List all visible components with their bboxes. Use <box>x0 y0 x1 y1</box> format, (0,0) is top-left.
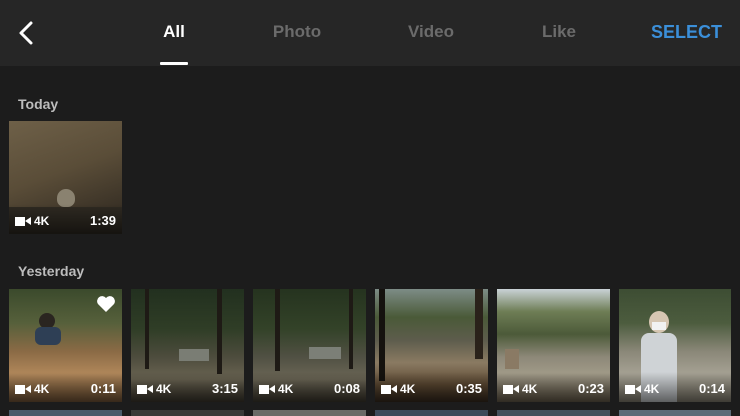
tab-video[interactable]: Video <box>408 22 454 42</box>
resolution-label: 4K <box>156 382 172 396</box>
section-label-today: Today <box>18 96 59 112</box>
resolution-badge: 4K <box>137 382 171 396</box>
resolution-label: 4K <box>34 382 50 396</box>
resolution-label: 4K <box>278 382 294 396</box>
resolution-badge: 4K <box>15 382 49 396</box>
video-camera-icon <box>625 384 642 394</box>
duration-label: 0:23 <box>577 381 604 396</box>
resolution-label: 4K <box>522 382 538 396</box>
media-thumbnail[interactable]: 4K 3:15 <box>131 289 244 402</box>
duration-label: 0:11 <box>90 381 116 396</box>
video-camera-icon <box>259 384 276 394</box>
chevron-left-icon <box>19 21 33 45</box>
media-thumbnail-partial[interactable] <box>375 410 488 416</box>
media-thumbnail[interactable]: 4K 0:08 <box>253 289 366 402</box>
resolution-badge: 4K <box>259 382 293 396</box>
media-thumbnail[interactable]: 4K 1:39 <box>9 121 122 234</box>
tab-photo[interactable]: Photo <box>273 22 321 42</box>
video-camera-icon <box>15 384 32 394</box>
resolution-label: 4K <box>400 382 416 396</box>
media-thumbnail[interactable]: 4K 0:11 <box>9 289 122 402</box>
heart-icon[interactable] <box>96 295 116 313</box>
media-thumbnail-partial[interactable] <box>131 410 244 416</box>
media-thumbnail[interactable]: 4K 0:23 <box>497 289 610 402</box>
top-bar: All Photo Video Like SELECT <box>0 0 740 66</box>
media-thumbnail-partial[interactable] <box>619 410 731 416</box>
resolution-badge: 4K <box>625 382 659 396</box>
tab-like[interactable]: Like <box>542 22 576 42</box>
video-camera-icon <box>15 216 32 226</box>
media-thumbnail-partial[interactable] <box>9 410 122 416</box>
active-tab-indicator <box>160 62 188 65</box>
resolution-label: 4K <box>34 214 50 228</box>
duration-label: 0:14 <box>698 381 725 396</box>
resolution-badge: 4K <box>381 382 415 396</box>
video-camera-icon <box>503 384 520 394</box>
duration-label: 0:08 <box>333 381 360 396</box>
select-button[interactable]: SELECT <box>651 22 722 43</box>
tab-all[interactable]: All <box>163 22 185 42</box>
resolution-badge: 4K <box>503 382 537 396</box>
section-label-yesterday: Yesterday <box>18 263 85 279</box>
media-thumbnail-partial[interactable] <box>497 410 610 416</box>
video-camera-icon <box>137 384 154 394</box>
back-button[interactable] <box>12 18 42 48</box>
video-camera-icon <box>381 384 398 394</box>
resolution-badge: 4K <box>15 214 49 228</box>
media-thumbnail[interactable]: 4K 0:35 <box>375 289 488 402</box>
media-thumbnail[interactable]: 4K 0:14 <box>619 289 731 402</box>
duration-label: 0:35 <box>455 381 482 396</box>
resolution-label: 4K <box>644 382 660 396</box>
duration-label: 1:39 <box>89 213 116 228</box>
media-thumbnail-partial[interactable] <box>253 410 366 416</box>
duration-label: 3:15 <box>211 381 238 396</box>
